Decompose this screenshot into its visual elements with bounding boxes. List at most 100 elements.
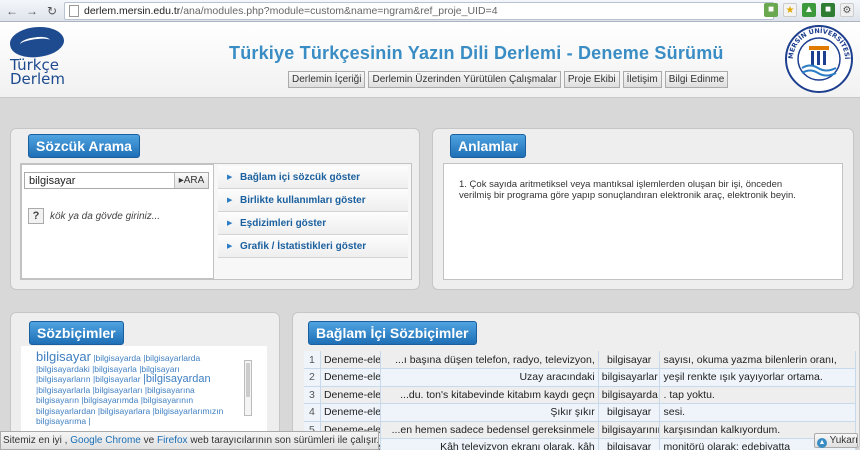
concordance-row[interactable]: 4Deneme-eleştiŞıkır şıkırbilgisayarsesi. [304,403,856,422]
back-to-top-button[interactable]: ▲ Yukarı [814,433,858,448]
row-number: 3 [304,386,321,404]
nav-project-team[interactable]: Proje Ekibi [563,71,620,88]
bullet-arrow-icon: ▶ [227,197,233,204]
word-form-link[interactable]: |bilgisayarlarla [36,385,90,395]
chrome-link[interactable]: Google Chrome [70,435,141,446]
word-form-link[interactable]: bilgisayarlardan [36,406,96,416]
menu-item-label: Birlikte kullanımları göster [240,195,366,206]
source-cell: Deneme-eleşti [320,386,381,404]
address-bar[interactable]: derlem.mersin.edu.tr /ana/modules.php?mo… [64,2,774,20]
url-host: derlem.mersin.edu.tr [84,5,181,17]
left-context: ...ı başına düşen telefon, radyo, televi… [380,351,599,369]
word-forms-list: bilgisayar |bilgisayarda |bilgisayarlard… [36,350,242,427]
menu-co-occurrences[interactable]: ▶ Eşdizimleri göster [218,212,408,235]
row-number: 1 [304,351,321,369]
word-form-link[interactable]: |bilgisayarla [92,364,137,374]
word-form-link[interactable]: |bilgisayarımda [81,395,138,405]
status-suffix: web tarayıcılarının son sürümleri ile ça… [190,435,379,446]
concordance-row[interactable]: 2Deneme-eleştiUzay aracındakibilgisayarl… [304,368,856,387]
concordance-row[interactable]: 5Deneme-eleşti...en hemen sadece bedense… [304,421,856,439]
scrollbar-thumb[interactable] [246,363,250,397]
row-number: 2 [304,368,321,387]
left-context: Kâh televizyon ekranı olarak, kâh [380,438,599,450]
source-cell: Deneme-eleşti [320,403,381,422]
menu-collocates[interactable]: ▶ Birlikte kullanımları göster [218,189,408,212]
wrench-icon[interactable]: ⚙ [840,3,854,17]
search-input[interactable] [25,173,174,188]
word-form-link[interactable]: |bilgisayarlar [93,374,141,384]
word-form-link[interactable]: |bilgisayarlara [98,406,150,416]
status-mid: ve [143,435,155,446]
bullet-arrow-icon: ▶ [227,220,233,227]
site-logo[interactable]: Türkçe Derlem [6,23,66,89]
top-navigation: Derlemin İçeriği Derlemin Üzerinden Yürü… [288,71,729,88]
menu-item-label: Grafik / İstatistikleri göster [240,241,367,252]
keyword-cell: bilgisayarının [598,421,661,439]
extension-icon[interactable]: ■ [821,3,835,17]
nav-information[interactable]: Bilgi Edinme [664,71,729,88]
nav-corpus-content[interactable]: Derlemin İçeriği [288,71,366,88]
row-number: 4 [304,403,321,422]
word-form-link[interactable]: | [88,416,90,426]
search-button[interactable]: ▸ARA [174,173,208,188]
concordance-panel-title: Bağlam İçi Sözbiçimler [308,321,477,345]
word-form-link[interactable]: |bilgisayarlarda [143,353,200,363]
firefox-link[interactable]: Firefox [157,435,188,446]
back-icon[interactable]: ← [4,3,20,19]
left-context: Uzay aracındaki [380,368,599,387]
right-context: sayısı, okuma yazma bilenlerin oranı, [659,351,856,369]
word-form-link[interactable]: |bilgisayarlarımızın [153,406,224,416]
concordance-row[interactable]: 1Deneme-eleşti...ı başına düşen telefon,… [304,351,856,369]
word-forms-scrollbar[interactable] [244,360,252,416]
source-cell: Deneme-eleşti [320,368,381,387]
word-form-link[interactable]: |bilgisayarların [36,374,91,384]
nav-contact[interactable]: İletişim [622,71,662,88]
menu-concordance[interactable]: ▶ Bağlam içi sözcük göster [218,166,408,189]
menu-statistics[interactable]: ▶ Grafik / İstatistikleri göster [218,235,408,258]
search-options-menu: ▶ Bağlam içi sözcük göster ▶ Birlikte kull… [218,166,408,258]
status-prefix: Sitemiz en iyi , [3,435,68,446]
university-seal-icon: MERSİN ÜNİVERSİTESİ 1992 [784,24,853,93]
bullet-arrow-icon: ▶ [227,243,233,250]
word-form-link[interactable]: |bilgisayardaki [36,364,90,374]
extension-icon[interactable]: ▲ [802,3,816,17]
help-icon[interactable]: ? [28,208,44,224]
left-context: Şıkır şıkır [380,403,599,422]
word-form-link[interactable]: |bilgisayarının [141,395,193,405]
word-form-link[interactable]: |bilgisayarına [145,385,195,395]
url-path: /ana/modules.php?module=custom&name=ngra… [180,5,498,17]
keyword-cell: bilgisayar [598,351,661,369]
extension-icon[interactable]: ■ [764,3,778,17]
word-form-link[interactable]: bilgisayarın [36,395,79,405]
right-context: sesi. [659,403,856,422]
meanings-panel-title: Anlamlar [450,134,526,158]
concordance-table: 1Deneme-eleşti...ı başına düşen telefon,… [304,351,856,450]
word-forms-panel-title: Sözbiçimler [29,321,124,345]
nav-studies[interactable]: Derlemin Üzerinden Yürütülen Çalışmalar [368,71,561,88]
page-title: Türkiye Türkçesinin Yazın Dili Derlemi -… [229,43,724,63]
source-cell: Deneme-eleşti [320,351,381,369]
search-hint: kök ya da gövde giriniz... [50,211,161,222]
menu-item-label: Bağlam içi sözcük göster [240,172,361,183]
word-form-link[interactable]: |bilgisayarları [93,385,143,395]
keyword-cell: bilgisayar [598,403,661,422]
keyword-cell: bilgisayarlar [598,368,661,387]
word-form-link[interactable]: |bilgisayardan [143,373,211,385]
right-context: . tap yoktu. [659,386,856,404]
reload-icon[interactable]: ↻ [44,3,60,19]
star-icon[interactable]: ★ [783,3,797,17]
concordance-row[interactable]: 6Deneme-eleştiKâh televizyon ekranı olar… [304,438,856,450]
concordance-row[interactable]: 3Deneme-eleşti...du. ton's kitabevinde k… [304,386,856,404]
site-header: Türkçe Derlem Türkiye Türkçesinin Yazın … [0,22,860,98]
word-form-link[interactable]: |bilgisayarda [93,353,141,363]
left-context: ...du. ton's kitabevinde kitabım kaydı g… [380,386,599,404]
meaning-text: 1. Çok sayıda aritmetiksel veya mantıksa… [459,179,796,201]
word-form-link[interactable]: |bilgisayarı [139,364,179,374]
left-context: ...en hemen sadece bedensel gereksinmele [380,421,599,439]
forward-icon[interactable]: → [24,3,40,19]
search-panel-title: Sözcük Arama [28,134,140,158]
word-form-headword[interactable]: bilgisayar [36,349,91,364]
menu-item-label: Eşdizimleri göster [240,218,327,229]
word-form-link[interactable]: bilgisayarıma [36,416,86,426]
keyword-cell: bilgisayarda [598,386,661,404]
